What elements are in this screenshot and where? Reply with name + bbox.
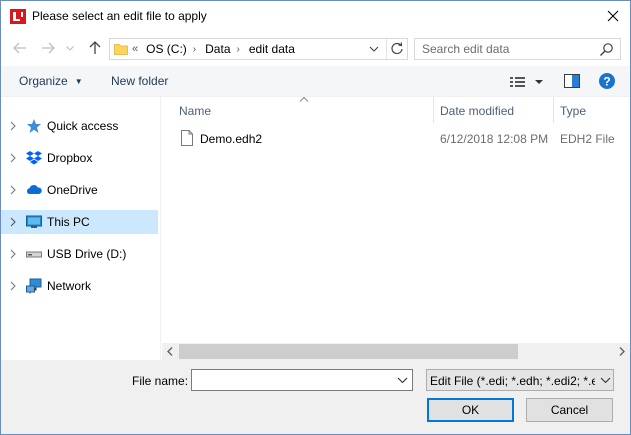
file-type-selected: Edit File (*.edi; *.edh; *.edi2; *.edh2): [430, 374, 595, 388]
sidebar-item-quick-access[interactable]: Quick access: [1, 114, 158, 138]
close-icon: [607, 10, 619, 22]
file-type-select[interactable]: Edit File (*.edi; *.edh; *.edi2; *.edh2): [426, 369, 614, 391]
chevron-down-icon: [66, 45, 74, 51]
chevron-right-icon[interactable]: ›: [237, 44, 240, 55]
horizontal-scrollbar[interactable]: [162, 343, 630, 360]
address-dropdown-button[interactable]: [367, 42, 381, 56]
up-button[interactable]: [86, 38, 104, 58]
chevron-right-icon[interactable]: [9, 185, 17, 195]
command-bar: Organize ▼ New folder ?: [1, 66, 630, 97]
dropbox-icon: [26, 151, 42, 165]
sidebar-item-label: Quick access: [47, 119, 119, 133]
search-icon[interactable]: [599, 42, 614, 57]
file-name: Demo.edh2: [200, 132, 263, 146]
search-box[interactable]: [414, 38, 621, 60]
sidebar-item-label: This PC: [47, 215, 90, 229]
sidebar-item-usb-drive[interactable]: USB Drive (D:): [1, 242, 158, 266]
navigation-pane: Quick access Dropbox OneDrive This PC US…: [1, 97, 161, 360]
change-view-button[interactable]: [509, 74, 545, 90]
sidebar-item-this-pc[interactable]: This PC: [1, 210, 158, 234]
caret-down-icon: ▼: [74, 76, 83, 86]
scroll-right-icon[interactable]: [617, 346, 627, 357]
sidebar-item-network[interactable]: Network: [1, 274, 158, 298]
title-bar: Please select an edit file to apply: [1, 1, 630, 32]
breadcrumb-overflow[interactable]: «: [132, 43, 138, 55]
chevron-down-icon[interactable]: [397, 375, 408, 385]
window-title: Please select an edit file to apply: [32, 9, 207, 23]
column-header-date-modified[interactable]: Date modified: [440, 104, 514, 118]
file-list: Name Date modified Type Demo.edh2 6/12/2…: [162, 96, 630, 360]
network-icon: [26, 278, 42, 294]
file-date-modified: 6/12/2018 12:08 PM: [440, 132, 549, 146]
recent-locations-button[interactable]: [64, 38, 76, 58]
forward-button[interactable]: [39, 38, 57, 58]
refresh-button[interactable]: [389, 41, 405, 57]
cancel-button[interactable]: Cancel: [526, 398, 613, 422]
file-type: EDH2 File: [560, 132, 615, 146]
arrow-up-icon: [89, 41, 101, 54]
cloud-icon: [26, 185, 42, 194]
organize-button[interactable]: Organize ▼: [19, 74, 83, 88]
chevron-right-icon[interactable]: [9, 121, 17, 131]
chevron-down-icon: [369, 46, 379, 52]
file-icon: [181, 130, 193, 146]
preview-pane-button[interactable]: [564, 74, 580, 88]
dialog-footer: File name: Edit File (*.edi; *.edh; *.ed…: [1, 360, 630, 434]
usb-drive-icon: [26, 251, 42, 258]
refresh-icon: [391, 42, 403, 55]
address-bar[interactable]: « OS (C:) › Data › edit data: [109, 38, 408, 60]
column-header-name[interactable]: Name: [179, 104, 211, 118]
file-open-dialog: Please select an edit file to apply « OS…: [0, 0, 631, 435]
scroll-left-icon[interactable]: [165, 346, 175, 357]
sidebar-item-label: OneDrive: [47, 183, 98, 197]
close-button[interactable]: [599, 4, 627, 28]
app-icon: [10, 9, 26, 24]
file-row[interactable]: Demo.edh2 6/12/2018 12:08 PM EDH2 File: [162, 127, 630, 149]
search-input[interactable]: [422, 41, 592, 57]
star-icon: [27, 119, 41, 133]
address-divider: [386, 39, 387, 59]
chevron-right-icon[interactable]: ›: [193, 44, 196, 55]
sidebar-item-dropbox[interactable]: Dropbox: [1, 146, 158, 170]
column-divider[interactable]: [433, 97, 434, 123]
arrow-right-icon: [42, 42, 55, 54]
ok-button[interactable]: OK: [427, 398, 514, 422]
scrollbar-thumb[interactable]: [179, 344, 518, 359]
breadcrumb: « OS (C:) › Data › edit data: [132, 42, 295, 56]
preview-pane-icon: [564, 74, 580, 88]
chevron-right-icon[interactable]: [9, 249, 17, 259]
svg-text:?: ?: [603, 75, 610, 89]
navigation-bar: « OS (C:) › Data › edit data: [1, 32, 630, 66]
column-header-type[interactable]: Type: [560, 104, 586, 118]
chevron-right-icon[interactable]: [9, 217, 17, 227]
sidebar-item-onedrive[interactable]: OneDrive: [1, 178, 158, 202]
new-folder-button[interactable]: New folder: [111, 74, 168, 88]
help-icon: ?: [599, 73, 615, 89]
sidebar-item-label: Dropbox: [47, 151, 93, 165]
folder-icon: [114, 42, 128, 56]
file-name-combobox[interactable]: [191, 369, 413, 391]
breadcrumb-item-data[interactable]: Data: [205, 42, 230, 56]
column-headers: Name Date modified Type: [162, 96, 630, 123]
sidebar-item-label: Network: [47, 279, 92, 293]
sort-ascending-icon: [299, 96, 309, 102]
back-button[interactable]: [11, 38, 29, 58]
organize-label: Organize: [19, 74, 68, 88]
column-divider[interactable]: [553, 97, 554, 123]
sidebar-item-label: USB Drive (D:): [47, 247, 127, 261]
details-view-icon: [510, 77, 543, 87]
chevron-right-icon[interactable]: [9, 153, 17, 163]
breadcrumb-item-edit-data[interactable]: edit data: [249, 42, 295, 56]
chevron-right-icon[interactable]: [9, 281, 17, 291]
help-button[interactable]: ?: [599, 73, 615, 89]
file-name-field[interactable]: [196, 372, 391, 388]
computer-icon: [26, 215, 42, 228]
chevron-down-icon: [600, 377, 611, 384]
file-name-label: File name:: [132, 374, 189, 388]
arrow-left-icon: [13, 42, 26, 54]
breadcrumb-item-os-c[interactable]: OS (C:): [146, 42, 187, 56]
